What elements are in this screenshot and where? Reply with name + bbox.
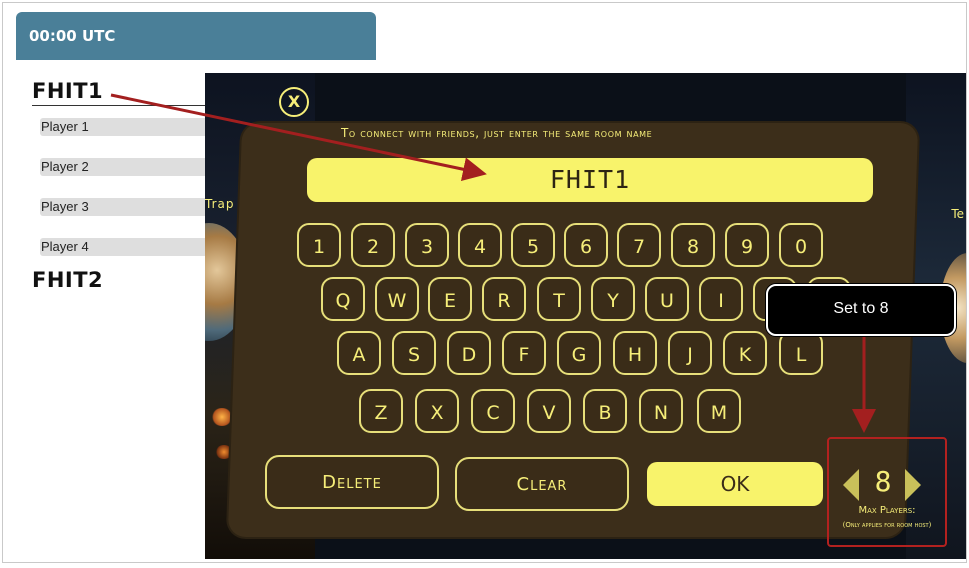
time-header: 00:00 UTC (16, 12, 376, 60)
max-players-highlight: 8 Max Players: (Only applies for room ho… (827, 437, 947, 547)
ok-button[interactable]: OK (647, 462, 823, 506)
key-w[interactable]: W (375, 277, 419, 321)
room-title-1: FHIT1 (32, 79, 104, 103)
key-u[interactable]: U (645, 277, 689, 321)
key-c[interactable]: C (471, 389, 515, 433)
key-7[interactable]: 7 (617, 223, 661, 267)
player-row-2: Player 2 (40, 158, 221, 176)
key-4[interactable]: 4 (458, 223, 502, 267)
key-0[interactable]: 0 (779, 223, 823, 267)
key-h[interactable]: H (613, 331, 657, 375)
torch-glow (211, 408, 233, 426)
key-r[interactable]: R (482, 277, 526, 321)
key-f[interactable]: F (502, 331, 546, 375)
player-row-3: Player 3 (40, 198, 221, 216)
key-i[interactable]: I (699, 277, 743, 321)
key-m[interactable]: M (697, 389, 741, 433)
key-g[interactable]: G (557, 331, 601, 375)
close-icon[interactable]: X (279, 87, 309, 117)
key-t[interactable]: T (537, 277, 581, 321)
key-z[interactable]: Z (359, 389, 403, 433)
key-8[interactable]: 8 (671, 223, 715, 267)
key-l[interactable]: L (779, 331, 823, 375)
player-row-4: Player 4 (40, 238, 221, 256)
increase-arrow-icon[interactable] (905, 469, 921, 501)
key-s[interactable]: S (392, 331, 436, 375)
key-j[interactable]: J (668, 331, 712, 375)
key-1[interactable]: 1 (297, 223, 341, 267)
screenshot-frame: 00:00 UTC FHIT1 Player 1 Player 2 Player… (2, 2, 967, 563)
key-5[interactable]: 5 (511, 223, 555, 267)
decrease-arrow-icon[interactable] (843, 469, 859, 501)
key-v[interactable]: V (527, 389, 571, 433)
level-label-right: Te (951, 207, 964, 221)
delete-button[interactable]: Delete (265, 455, 439, 509)
player-row-1: Player 1 (40, 118, 221, 136)
key-d[interactable]: D (447, 331, 491, 375)
key-b[interactable]: B (583, 389, 627, 433)
key-9[interactable]: 9 (725, 223, 769, 267)
level-label-left: Trap (205, 197, 235, 211)
room-name-input[interactable]: FHIT1 (307, 158, 873, 202)
key-2[interactable]: 2 (351, 223, 395, 267)
key-n[interactable]: N (639, 389, 683, 433)
callout-set-to-8: Set to 8 (766, 284, 956, 336)
room-divider (32, 105, 232, 106)
key-y[interactable]: Y (591, 277, 635, 321)
key-e[interactable]: E (428, 277, 472, 321)
key-q[interactable]: Q (321, 277, 365, 321)
key-6[interactable]: 6 (564, 223, 608, 267)
key-x[interactable]: X (415, 389, 459, 433)
key-3[interactable]: 3 (405, 223, 449, 267)
instruction-text: To connect with friends, just enter the … (341, 126, 653, 140)
key-a[interactable]: A (337, 331, 381, 375)
max-players-value: 8 (874, 465, 892, 498)
room-title-2: FHIT2 (32, 268, 104, 288)
max-players-label: Max Players: (858, 505, 916, 516)
max-players-note: (Only applies for room host) (842, 521, 932, 529)
key-k[interactable]: K (723, 331, 767, 375)
clear-button[interactable]: Clear (455, 457, 629, 511)
